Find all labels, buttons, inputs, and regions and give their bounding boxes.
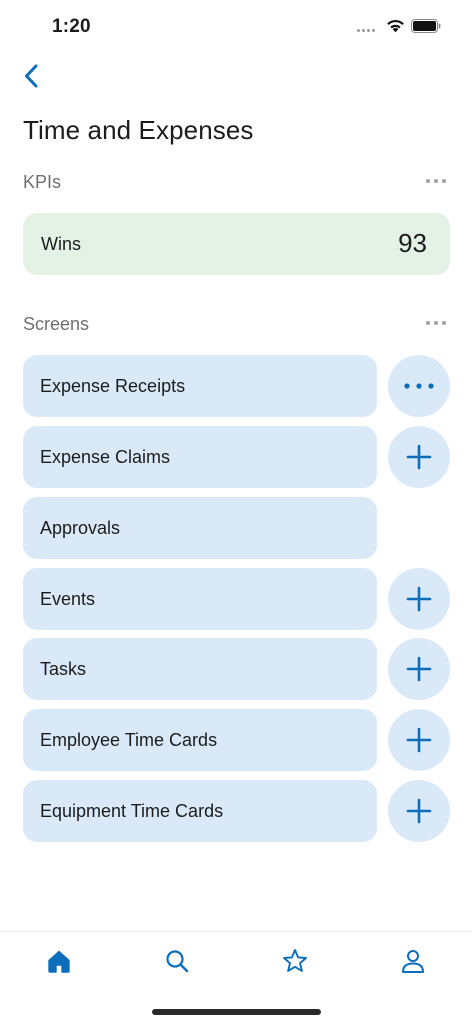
screen-item-tasks[interactable]: Tasks	[23, 638, 377, 700]
screen-item-expense-claims[interactable]: Expense Claims	[23, 426, 377, 488]
screen-item-approvals[interactable]: Approvals	[23, 497, 377, 559]
search-icon	[166, 950, 189, 973]
tasks-add-button[interactable]	[388, 638, 450, 700]
signal-dots-icon	[357, 29, 379, 33]
kpi-value: 93	[398, 228, 427, 258]
plus-icon	[406, 586, 432, 612]
screen-item-equipment-time-cards[interactable]: Equipment Time Cards	[23, 780, 377, 842]
tab-home[interactable]	[44, 946, 74, 976]
plus-icon	[406, 444, 432, 470]
screen-item-label: Expense Receipts	[40, 376, 186, 396]
home-icon	[48, 950, 70, 973]
events-add-button[interactable]	[388, 568, 450, 630]
screen-item-label: Employee Time Cards	[40, 730, 218, 750]
plus-icon	[406, 727, 432, 753]
kpi-label: Wins	[41, 234, 81, 254]
expense-receipts-more-button[interactable]	[388, 355, 450, 417]
expense-claims-add-button[interactable]	[388, 426, 450, 488]
kpi-card-wins[interactable]: Wins 93	[23, 213, 450, 275]
screens-section-header: Screens	[23, 314, 90, 334]
employee-time-cards-add-button[interactable]	[388, 709, 450, 771]
tab-search[interactable]	[162, 946, 192, 976]
chevron-left-icon	[25, 64, 38, 88]
star-icon	[283, 949, 307, 972]
plus-icon	[406, 656, 432, 682]
status-time: 1:20	[52, 16, 91, 37]
kpis-section-header: KPIs	[23, 172, 62, 192]
screen-item-expense-receipts[interactable]: Expense Receipts	[23, 355, 377, 417]
equipment-time-cards-add-button[interactable]	[388, 780, 450, 842]
screen-item-label: Events	[40, 589, 96, 609]
wifi-icon	[387, 19, 404, 33]
tab-profile[interactable]	[398, 946, 428, 976]
status-bar: 1:20	[0, 0, 472, 54]
home-indicator	[152, 1009, 321, 1015]
tab-favorites[interactable]	[280, 946, 310, 976]
kpis-more-icon[interactable]	[424, 175, 448, 187]
screen-item-employee-time-cards[interactable]: Employee Time Cards	[23, 709, 377, 771]
more-horizontal-icon	[404, 383, 434, 389]
screen-item-label: Equipment Time Cards	[40, 801, 224, 821]
screens-more-icon[interactable]	[424, 317, 448, 329]
screen-item-events[interactable]: Events	[23, 568, 377, 630]
page-title: Time and Expenses	[23, 115, 254, 145]
plus-icon	[406, 798, 432, 824]
screen-item-label: Expense Claims	[40, 447, 171, 467]
screen-item-label: Approvals	[40, 518, 121, 538]
screen-item-label: Tasks	[40, 659, 87, 679]
battery-icon	[411, 19, 441, 33]
back-button[interactable]	[16, 60, 46, 92]
person-icon	[402, 950, 424, 973]
